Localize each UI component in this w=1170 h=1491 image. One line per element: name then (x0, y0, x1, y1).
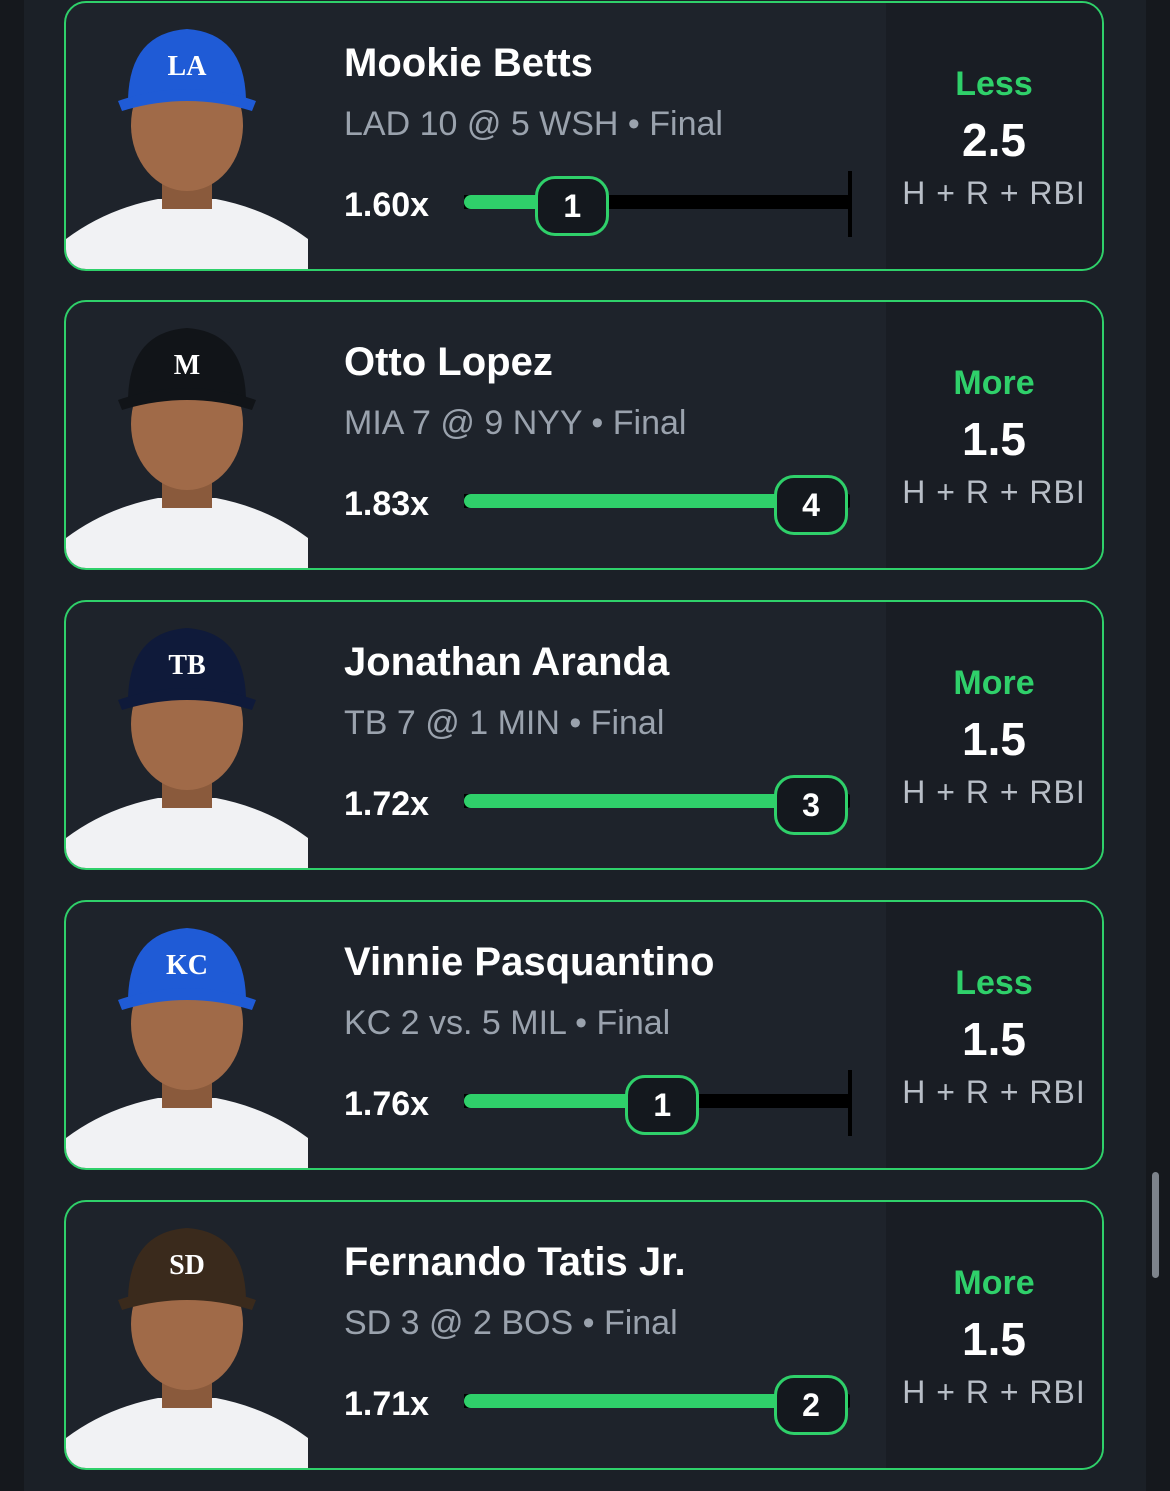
pick-card[interactable]: SD Fernando Tatis Jr. SD 3 @ 2 BOS • Fin… (64, 1200, 1104, 1470)
jersey-shape (66, 1398, 308, 1468)
game-score: MIA 7 @ 9 NYY • Final (344, 404, 687, 442)
game-score: TB 7 @ 1 MIN • Final (344, 704, 665, 742)
player-name: Otto Lopez (344, 340, 553, 384)
projection-panel: Less 2.5 H + R + RBI (886, 3, 1102, 269)
progress-target-marker (848, 1070, 852, 1136)
payout-multiplier: 1.72x (344, 785, 430, 823)
projection-panel: More 1.5 H + R + RBI (886, 1202, 1102, 1468)
cap-logo: KC (166, 950, 208, 981)
player-name: Mookie Betts (344, 41, 593, 85)
pick-card[interactable]: M Otto Lopez MIA 7 @ 9 NYY • Final 1.83x… (64, 300, 1104, 570)
player-name: Fernando Tatis Jr. (344, 1240, 686, 1284)
game-score: SD 3 @ 2 BOS • Final (344, 1304, 678, 1342)
jersey-shape (66, 498, 308, 568)
pick-list-screen: LA Mookie Betts LAD 10 @ 5 WSH • Final 1… (0, 0, 1170, 1491)
payout-multiplier: 1.76x (344, 1085, 430, 1123)
stat-type: H + R + RBI (902, 474, 1086, 510)
projection-line: 1.5 (962, 413, 1026, 465)
player-headshot: TB (66, 602, 308, 868)
pick-direction: More (953, 364, 1035, 402)
actual-stat-badge: 1 (625, 1075, 700, 1135)
game-score: KC 2 vs. 5 MIL • Final (344, 1004, 671, 1042)
player-name: Vinnie Pasquantino (344, 940, 715, 984)
payout-multiplier: 1.83x (344, 485, 430, 523)
stat-type: H + R + RBI (902, 774, 1086, 810)
pick-direction: More (953, 664, 1035, 702)
actual-stat-badge: 3 (774, 775, 848, 835)
projection-panel: Less 1.5 H + R + RBI (886, 902, 1102, 1168)
pick-card[interactable]: LA Mookie Betts LAD 10 @ 5 WSH • Final 1… (64, 1, 1104, 271)
progress-target-marker (848, 171, 852, 237)
pick-card[interactable]: KC Vinnie Pasquantino KC 2 vs. 5 MIL • F… (64, 900, 1104, 1170)
pick-direction: Less (955, 65, 1033, 103)
pick-direction: Less (955, 964, 1033, 1002)
projection-line: 2.5 (962, 114, 1026, 166)
player-headshot: KC (66, 902, 308, 1168)
progress-fill (464, 794, 810, 808)
jersey-shape (66, 199, 308, 269)
scrollbar[interactable] (1152, 1172, 1159, 1278)
cap-logo: SD (169, 1250, 205, 1281)
pick-direction: More (953, 1264, 1035, 1302)
cap-logo: TB (168, 650, 205, 681)
stat-type: H + R + RBI (902, 1374, 1086, 1410)
pick-card[interactable]: TB Jonathan Aranda TB 7 @ 1 MIN • Final … (64, 600, 1104, 870)
payout-multiplier: 1.60x (344, 186, 430, 224)
stat-type: H + R + RBI (902, 175, 1086, 211)
payout-multiplier: 1.71x (344, 1385, 430, 1423)
player-name: Jonathan Aranda (344, 640, 670, 684)
player-headshot: M (66, 302, 308, 568)
player-headshot: LA (66, 3, 308, 269)
projection-panel: More 1.5 H + R + RBI (886, 302, 1102, 568)
actual-stat-badge: 2 (774, 1375, 848, 1435)
projection-line: 1.5 (962, 713, 1026, 765)
progress-fill (464, 494, 810, 508)
game-score: LAD 10 @ 5 WSH • Final (344, 105, 723, 143)
projection-panel: More 1.5 H + R + RBI (886, 602, 1102, 868)
jersey-shape (66, 1098, 308, 1168)
player-headshot: SD (66, 1202, 308, 1468)
jersey-shape (66, 798, 308, 868)
projection-line: 1.5 (962, 1013, 1026, 1065)
cap-logo: LA (168, 51, 208, 82)
actual-stat-badge: 1 (535, 176, 610, 236)
cap-logo: M (174, 350, 200, 381)
actual-stat-badge: 4 (774, 475, 848, 535)
stat-type: H + R + RBI (902, 1074, 1086, 1110)
progress-fill (464, 1394, 810, 1408)
projection-line: 1.5 (962, 1313, 1026, 1365)
